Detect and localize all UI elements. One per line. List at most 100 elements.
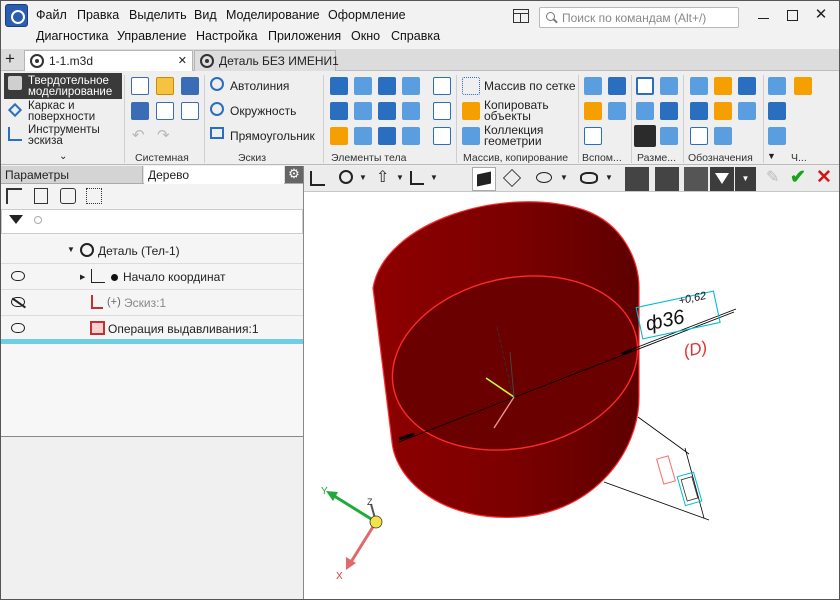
diameter-dimension-icon[interactable] [660, 102, 678, 120]
geometry-collection-button[interactable]: Коллекция геометрии [484, 124, 556, 147]
fillet-icon[interactable] [330, 127, 348, 145]
extra-tool-2-icon[interactable] [768, 102, 786, 120]
visibility-icon[interactable] [536, 172, 552, 183]
eye-icon[interactable] [11, 271, 25, 281]
command-search-input[interactable]: Поиск по командам (Alt+/) [539, 7, 739, 28]
tree-search-input[interactable] [29, 213, 303, 232]
model-canvas[interactable]: ф36 +0,62 (D) Y X Z [304, 192, 839, 599]
revolve-icon[interactable] [354, 77, 372, 95]
extra-tool-4-icon[interactable] [794, 77, 812, 95]
tree-row-sketch[interactable]: (+) Эскиз:1 [1, 290, 303, 316]
menu-file[interactable]: Файл [36, 8, 67, 22]
menu-modeling[interactable]: Моделирование [226, 8, 320, 22]
base-mark-icon[interactable] [738, 77, 756, 95]
print-icon[interactable] [131, 102, 149, 120]
panel-settings-icon[interactable]: ⚙ [285, 166, 303, 183]
expand-arrow-icon[interactable]: ▶ [80, 273, 85, 281]
3d-viewport[interactable]: ф36 +0,62 (D) Y X Z [304, 192, 839, 599]
eyedropper-icon[interactable]: ✎ [766, 169, 784, 187]
view-settings-icon[interactable] [684, 167, 708, 191]
menu-view[interactable]: Вид [194, 8, 217, 22]
open-folder-icon[interactable] [156, 77, 174, 95]
mode-wireframe-surfaces[interactable]: Каркас и поверхности [4, 100, 122, 123]
panel-layout-icon[interactable] [513, 9, 529, 23]
cancel-icon[interactable]: ✕ [816, 168, 832, 188]
orientation-icon[interactable] [410, 171, 424, 185]
lcs-icon[interactable] [608, 102, 626, 120]
section-icon[interactable] [714, 127, 732, 145]
section-view-icon[interactable] [625, 167, 649, 191]
measure-icon[interactable] [634, 125, 656, 147]
mark-icon[interactable] [714, 102, 732, 120]
close-window-button[interactable]: ✕ [813, 7, 829, 24]
copy-objects-button[interactable]: Копировать объекты [484, 99, 556, 122]
cut-icon[interactable] [378, 102, 396, 120]
angle-dimension-icon[interactable] [660, 77, 678, 95]
extra-tool-1-icon[interactable] [768, 77, 786, 95]
filter-icon[interactable] [9, 215, 23, 224]
tree-row-part[interactable]: ▼ Деталь (Тел-1) [1, 236, 303, 264]
diameter-dimension[interactable]: ф36 +0,62 [635, 288, 721, 340]
rectangle-button[interactable]: Прямоугольник [230, 129, 315, 143]
linear-dimension-icon[interactable] [636, 77, 654, 95]
display-dropdown-icon[interactable]: ▼ [605, 173, 613, 182]
grid-array-button[interactable]: Массив по сетке [484, 79, 576, 93]
autoline-button[interactable]: Автолиния [230, 79, 289, 93]
tree-selection-icon[interactable] [86, 188, 102, 204]
new-tab-button[interactable]: + [5, 50, 15, 67]
axis-icon[interactable] [433, 102, 451, 120]
radius-dimension-icon[interactable] [636, 102, 654, 120]
aux-axis-icon[interactable] [608, 77, 626, 95]
chamfer-icon[interactable] [354, 127, 372, 145]
aux-line-icon[interactable] [584, 127, 602, 145]
aux-plane-icon[interactable] [584, 77, 602, 95]
save-icon[interactable] [181, 77, 199, 95]
hole-icon[interactable] [402, 102, 420, 120]
visibility-dropdown-icon[interactable]: ▼ [560, 173, 568, 182]
sweep-icon[interactable] [402, 77, 420, 95]
rectangle-icon[interactable] [210, 127, 224, 139]
accept-icon[interactable]: ✔ [790, 168, 806, 188]
menu-design[interactable]: Оформление [328, 8, 406, 22]
tree-structure-icon[interactable] [6, 188, 22, 204]
circle-button[interactable]: Окружность [230, 104, 296, 118]
menu-manage[interactable]: Управление [117, 29, 187, 43]
new-file-icon[interactable] [131, 77, 149, 95]
properties-icon[interactable] [156, 102, 174, 120]
circle-icon[interactable] [210, 102, 224, 116]
tab-tree[interactable]: Дерево [144, 166, 284, 184]
menu-edit[interactable]: Правка [77, 8, 119, 22]
length-dimension-frame[interactable] [676, 471, 703, 507]
draft-icon[interactable] [378, 127, 396, 145]
display-mode-icon[interactable] [580, 172, 598, 184]
eye-icon[interactable] [11, 323, 25, 333]
document-icon[interactable] [181, 102, 199, 120]
tree-row-origin[interactable]: ▶ Начало координат [1, 264, 303, 290]
filter-dropdown-icon[interactable]: ▼ [735, 167, 756, 191]
maximize-button[interactable] [785, 8, 801, 24]
shell-icon[interactable] [330, 102, 348, 120]
copy-objects-icon[interactable] [462, 102, 480, 120]
app-logo-icon[interactable] [5, 4, 28, 27]
menu-window[interactable]: Окно [351, 29, 380, 43]
mode-sketch-tools[interactable]: Инструменты эскиза [4, 124, 122, 147]
close-tab-icon[interactable]: ✕ [178, 54, 187, 67]
tab-1-1-m3d[interactable]: 1-1.m3d ✕ [24, 50, 193, 71]
loft-icon[interactable] [378, 77, 396, 95]
undo-icon[interactable]: ↶ [132, 126, 145, 144]
dimension-tool-icon[interactable] [660, 127, 678, 145]
menu-apps[interactable]: Приложения [268, 29, 341, 43]
plane-icon[interactable] [433, 127, 451, 145]
mode-solid-modeling[interactable]: Твердотельное моделирование [4, 73, 122, 99]
shaded-view-icon[interactable] [472, 167, 496, 191]
group-dropdown-icon[interactable]: ▼ [767, 151, 776, 161]
menu-select[interactable]: Выделить [129, 8, 187, 22]
zoom-icon[interactable] [339, 170, 353, 184]
tree-view-icon[interactable] [34, 188, 48, 204]
wireframe-view-icon[interactable] [502, 168, 522, 188]
rib-icon[interactable] [354, 102, 372, 120]
grid-array-icon[interactable] [462, 77, 480, 95]
tolerance-icon[interactable] [690, 102, 708, 120]
leader-icon[interactable] [714, 77, 732, 95]
geometry-collection-icon[interactable] [462, 127, 480, 145]
